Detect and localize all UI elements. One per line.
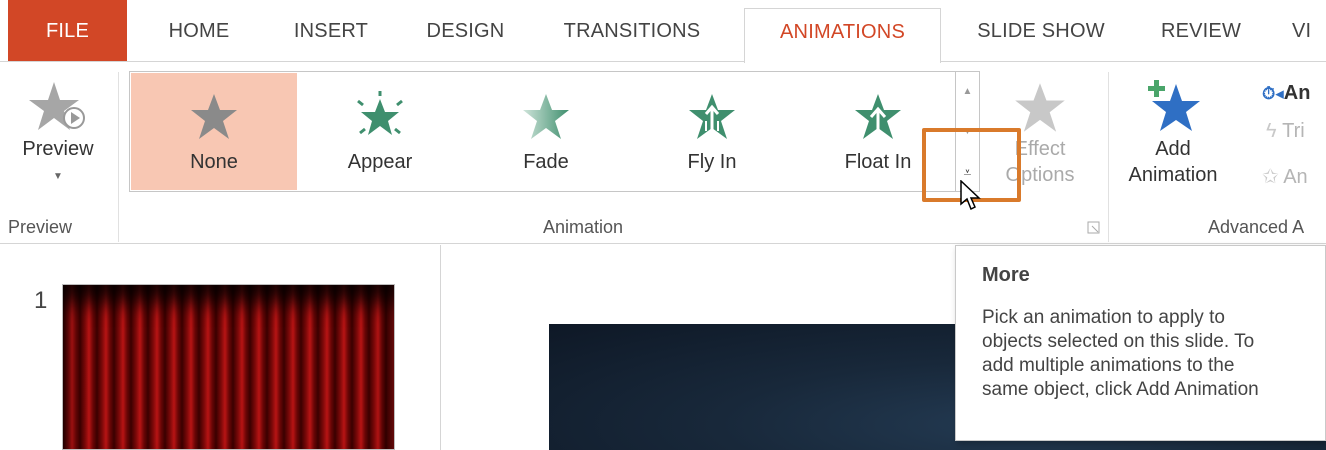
animation-none-label: None xyxy=(190,151,238,173)
tab-insert[interactable]: INSERT xyxy=(280,0,382,62)
tooltip-line: objects selected on this slide. To xyxy=(982,331,1255,352)
star-fly-in-icon xyxy=(689,94,735,139)
animation-fade[interactable]: Fade xyxy=(463,73,629,190)
tab-file[interactable]: FILE xyxy=(8,0,127,62)
slide-number: 1 xyxy=(34,287,48,314)
animation-fly-in-label: Fly In xyxy=(687,151,737,173)
animation-fly-in[interactable]: Fly In xyxy=(629,73,795,190)
ribbon-tab-bar: FILE HOME INSERT DESIGN TRANSITIONS ANIM… xyxy=(0,0,1326,63)
trigger-label: Tri xyxy=(1282,120,1305,142)
animation-fade-label: Fade xyxy=(523,151,569,173)
tab-animations[interactable]: ANIMATIONS xyxy=(744,8,941,63)
tooltip-line: same object, click Add Animation xyxy=(982,379,1259,400)
add-animation-label-1: Add xyxy=(1155,138,1191,160)
gallery-scroll-up-button[interactable]: ▲ xyxy=(956,72,979,112)
preview-star-icon xyxy=(29,82,85,130)
mouse-cursor-icon xyxy=(960,180,981,211)
tooltip-line: Pick an animation to apply to xyxy=(982,307,1225,328)
animation-pane-button[interactable]: ⏱◂An xyxy=(1262,82,1310,105)
tooltip-title: More xyxy=(982,264,1030,286)
add-animation-star-icon xyxy=(1148,80,1200,131)
tooltip-line: add multiple animations to the xyxy=(982,355,1235,376)
animation-group-label: Animation xyxy=(543,217,624,237)
animation-appear[interactable]: Appear xyxy=(297,73,463,190)
star-fade-icon xyxy=(523,94,569,139)
tab-transitions[interactable]: TRANSITIONS xyxy=(552,0,712,62)
chevron-down-icon: ▼ xyxy=(53,171,63,182)
animation-pane-icon: ⏱◂ xyxy=(1262,84,1284,103)
star-none-icon xyxy=(191,94,237,139)
animation-gallery: None Appear Fade Fly In Float In xyxy=(129,71,956,192)
star-float-in-icon xyxy=(855,94,901,139)
preview-group-label: Preview xyxy=(8,217,73,237)
more-tooltip: More Pick an animation to apply to objec… xyxy=(955,245,1326,441)
add-animation-button[interactable]: Add Animation xyxy=(1118,76,1228,204)
trigger-button[interactable]: ϟ Tri xyxy=(1266,120,1305,143)
animation-none[interactable]: None xyxy=(131,73,297,190)
dialog-launcher-icon[interactable] xyxy=(1087,221,1100,234)
group-divider xyxy=(118,72,119,242)
tooltip-body: Pick an animation to apply to objects se… xyxy=(982,306,1322,402)
tab-design[interactable]: DESIGN xyxy=(412,0,519,62)
preview-button-label: Preview xyxy=(22,138,94,160)
tab-slide-show[interactable]: SLIDE SHOW xyxy=(967,0,1115,62)
advanced-animation-group-label: Advanced A xyxy=(1208,217,1305,237)
slide-thumbnail[interactable] xyxy=(62,284,395,450)
animation-painter-button[interactable]: ✩ An xyxy=(1262,164,1308,189)
painter-icon: ✩ xyxy=(1262,166,1279,188)
animation-painter-label: An xyxy=(1283,166,1308,188)
animation-appear-label: Appear xyxy=(347,151,413,173)
star-appear-icon xyxy=(357,91,403,135)
group-divider xyxy=(1108,72,1109,242)
tab-view[interactable]: VI xyxy=(1292,0,1326,62)
tab-home[interactable]: HOME xyxy=(150,0,248,62)
add-animation-label-2: Animation xyxy=(1128,164,1218,186)
animation-pane-label: An xyxy=(1283,82,1311,104)
tab-review[interactable]: REVIEW xyxy=(1150,0,1252,62)
preview-button[interactable]: Preview ▼ xyxy=(6,80,110,198)
lightning-icon: ϟ xyxy=(1266,120,1277,142)
